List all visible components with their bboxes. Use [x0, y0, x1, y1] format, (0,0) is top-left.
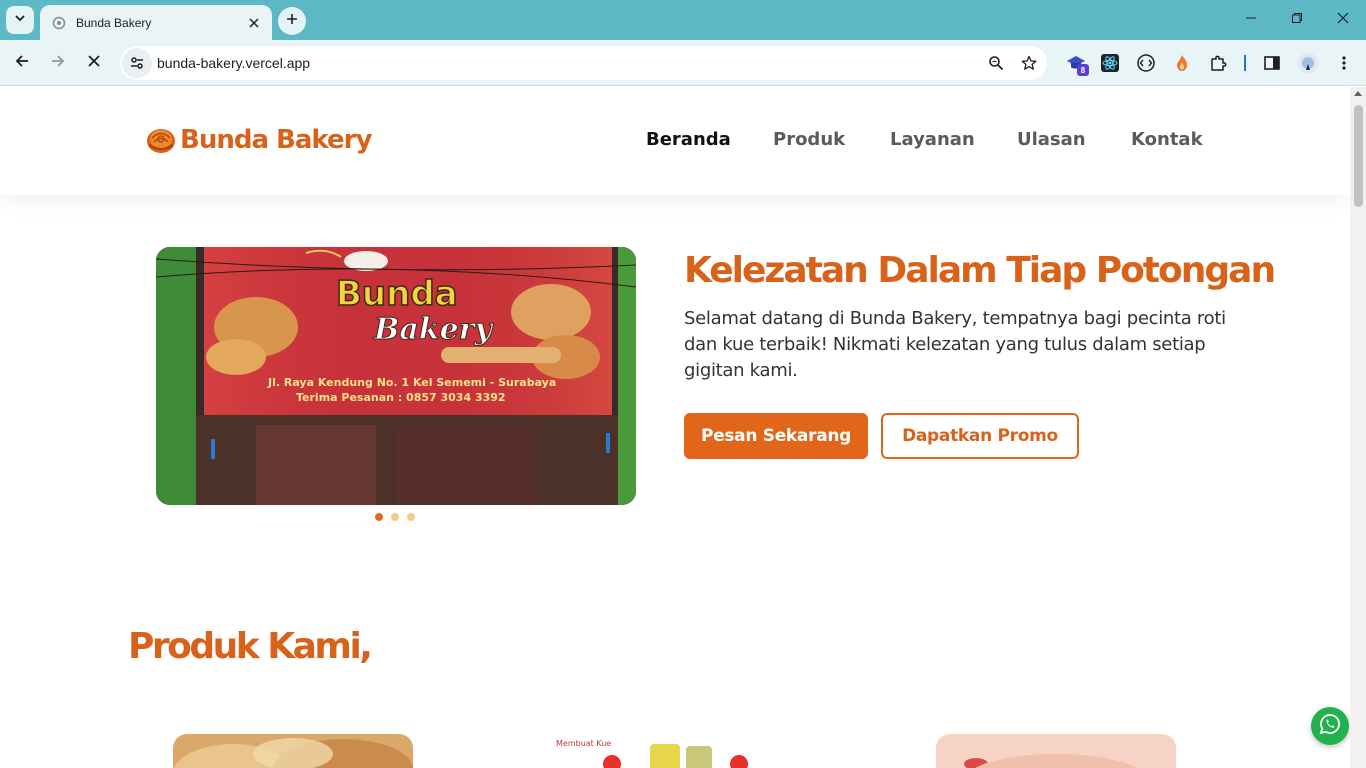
address-bar[interactable]: bunda-bakery.vercel.app	[120, 46, 1047, 80]
product-image-cake: Membuat Kue	[554, 734, 794, 768]
arrow-left-icon	[14, 53, 30, 74]
browser-tab[interactable]: Bunda Bakery	[40, 5, 272, 40]
close-icon	[1337, 11, 1349, 29]
nav-link-layanan[interactable]: Layanan	[890, 129, 975, 150]
scroll-up-arrow-icon[interactable]	[1354, 91, 1362, 96]
product-card-2[interactable]: Membuat Kue	[554, 734, 794, 768]
banner-address: Jl. Raya Kendung No. 1 Kel Sememi - Sura…	[267, 376, 556, 389]
profile-avatar[interactable]	[1294, 49, 1322, 77]
minimize-icon	[1245, 11, 1257, 29]
product-image-caption: Membuat Kue	[556, 739, 611, 748]
extension-react-icon[interactable]	[1096, 49, 1124, 77]
close-tab-icon[interactable]	[246, 15, 262, 31]
banner-brand-line2: Bakery	[373, 312, 494, 347]
loading-favicon-icon	[52, 16, 66, 30]
get-promo-button[interactable]: Dapatkan Promo	[881, 413, 1079, 459]
new-tab-button[interactable]	[278, 7, 306, 35]
tab-title: Bunda Bakery	[76, 15, 152, 30]
extension-code-icon[interactable]	[1132, 49, 1160, 77]
tab-search-button[interactable]	[6, 6, 34, 34]
whatsapp-chat-button[interactable]	[1311, 707, 1349, 745]
banner-phone: Terima Pesanan : 0857 3034 3392	[296, 391, 506, 404]
forward-button[interactable]	[42, 47, 74, 79]
page-viewport: Bunda Bakery Beranda Produk Layanan Ulas…	[0, 87, 1350, 768]
site-info-icon[interactable]	[122, 48, 152, 78]
browser-menu-icon[interactable]	[1330, 49, 1358, 77]
page-scrollbar[interactable]	[1350, 87, 1366, 768]
zoom-icon[interactable]	[981, 48, 1011, 78]
slider-dot-2[interactable]	[391, 513, 399, 521]
banner-brand-line1: Bunda	[336, 274, 458, 314]
browser-titlebar: Bunda Bakery	[0, 0, 1366, 40]
toolbar-separator	[1244, 55, 1246, 71]
mooncake-logo-icon	[146, 126, 176, 154]
nav-link-kontak[interactable]: Kontak	[1131, 129, 1203, 150]
product-card-3[interactable]	[936, 734, 1176, 768]
url-text: bunda-bakery.vercel.app	[157, 55, 311, 71]
back-button[interactable]	[6, 47, 38, 79]
nav-link-produk[interactable]: Produk	[773, 129, 845, 150]
restore-button[interactable]	[1274, 0, 1320, 40]
nav-link-beranda[interactable]: Beranda	[646, 129, 731, 150]
close-icon	[87, 54, 101, 73]
hero-description: Selamat datang di Bunda Bakery, tempatny…	[684, 308, 1226, 381]
hero-image-slider[interactable]: Bunda Bakery Jl. Raya Kendung No. 1 Kel …	[156, 247, 636, 505]
plus-icon	[286, 12, 298, 30]
extension-badge: 8	[1077, 64, 1089, 76]
product-image-pastry	[936, 734, 1176, 768]
restore-icon	[1291, 11, 1303, 29]
slider-dot-3[interactable]	[407, 513, 415, 521]
stop-loading-button[interactable]	[78, 47, 110, 79]
brand-logo-link[interactable]: Bunda Bakery	[146, 125, 372, 155]
nav-link-ulasan[interactable]: Ulasan	[1017, 129, 1086, 150]
extensions-puzzle-icon[interactable]	[1204, 49, 1232, 77]
bookmark-star-icon[interactable]	[1014, 48, 1044, 78]
slider-dot-1[interactable]	[375, 513, 383, 521]
product-image-bread	[173, 734, 413, 768]
products-section-title: Produk Kami,	[128, 626, 373, 667]
chevron-down-icon	[14, 11, 26, 29]
arrow-right-icon	[50, 53, 66, 74]
site-header: Bunda Bakery Beranda Produk Layanan Ulas…	[0, 87, 1350, 195]
scroll-thumb[interactable]	[1354, 105, 1363, 207]
whatsapp-icon	[1319, 713, 1341, 740]
storefront-banner-photo: Bunda Bakery Jl. Raya Kendung No. 1 Kel …	[156, 247, 636, 505]
brand-name: Bunda Bakery	[180, 125, 372, 155]
hero-title: Kelezatan Dalam Tiap Potongan	[684, 250, 1276, 291]
extension-flame-icon[interactable]	[1168, 49, 1196, 77]
close-window-button[interactable]	[1320, 0, 1366, 40]
product-card-1[interactable]	[173, 734, 413, 768]
browser-toolbar: bunda-bakery.vercel.app 8	[0, 40, 1366, 86]
extension-graduation-icon[interactable]: 8	[1062, 49, 1090, 77]
side-panel-icon[interactable]	[1258, 49, 1286, 77]
slider-dots	[375, 513, 415, 521]
order-now-button[interactable]: Pesan Sekarang	[684, 413, 868, 459]
minimize-button[interactable]	[1228, 0, 1274, 40]
